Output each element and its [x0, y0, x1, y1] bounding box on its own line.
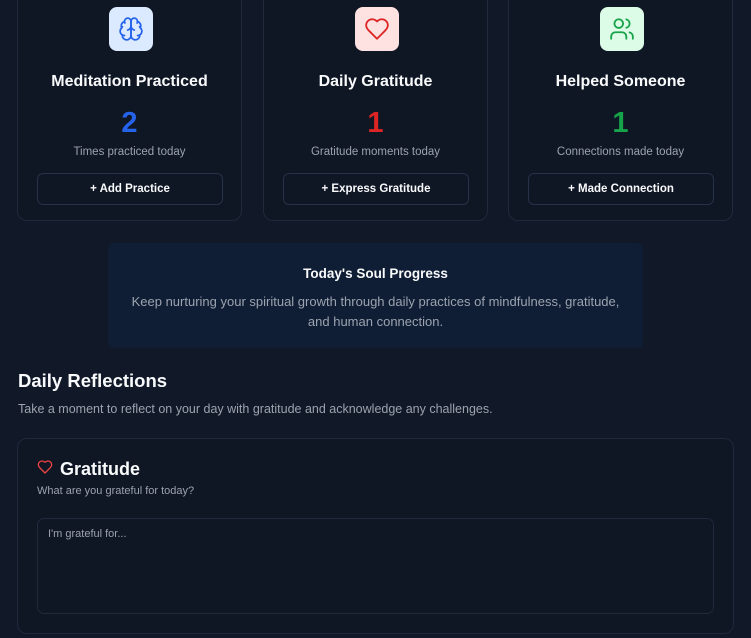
- connection-card: Helped Someone 1 Connections made today …: [508, 0, 733, 221]
- card-title: Helped Someone: [555, 73, 686, 90]
- gratitude-input[interactable]: [37, 518, 714, 614]
- brain-icon: [109, 7, 153, 51]
- heart-icon: [37, 459, 53, 480]
- card-title: Meditation Practiced: [51, 73, 208, 90]
- card-count: 1: [367, 107, 384, 139]
- soul-progress-banner: Today's Soul Progress Keep nurturing you…: [108, 243, 643, 348]
- users-icon: [600, 7, 644, 51]
- card-subtitle: Connections made today: [556, 146, 685, 158]
- gratitude-reflection-card: Gratitude What are you grateful for toda…: [17, 438, 734, 634]
- express-gratitude-button[interactable]: + Express Gratitude: [283, 173, 469, 205]
- card-subtitle: Times practiced today: [73, 146, 186, 158]
- progress-title: Today's Soul Progress: [303, 266, 448, 281]
- gratitude-subtitle: What are you grateful for today?: [37, 485, 195, 497]
- card-title: Daily Gratitude: [318, 73, 433, 90]
- gratitude-title: Gratitude: [60, 459, 141, 479]
- progress-text: Keep nurturing your spiritual growth thr…: [131, 294, 620, 329]
- made-connection-button[interactable]: + Made Connection: [528, 173, 714, 205]
- reflections-subtitle: Take a moment to reflect on your day wit…: [18, 402, 493, 416]
- card-count: 1: [612, 107, 629, 139]
- add-practice-button[interactable]: + Add Practice: [37, 173, 223, 205]
- heart-icon: [355, 7, 399, 51]
- meditation-card: Meditation Practiced 2 Times practiced t…: [17, 0, 242, 221]
- gratitude-card: Daily Gratitude 1 Gratitude moments toda…: [263, 0, 488, 221]
- activity-cards: Meditation Practiced 2 Times practiced t…: [17, 0, 734, 223]
- card-subtitle: Gratitude moments today: [310, 146, 441, 158]
- reflections-heading: Daily Reflections: [18, 370, 168, 391]
- card-count: 2: [121, 107, 138, 139]
